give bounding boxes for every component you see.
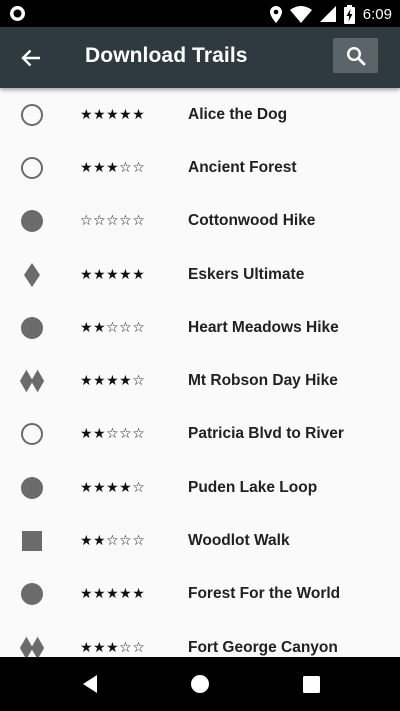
circle-filled-icon xyxy=(18,474,46,502)
signal-icon xyxy=(319,6,336,22)
location-icon xyxy=(269,5,282,23)
trail-row[interactable]: ★★★★★ Forest For the World xyxy=(0,568,400,621)
trail-name: Puden Lake Loop xyxy=(188,478,318,496)
trail-row[interactable]: ★★★★☆ Mt Robson Day Hike xyxy=(0,354,400,407)
trail-row[interactable]: ★★★☆☆ Fort George Canyon xyxy=(0,621,400,657)
system-nav-bar xyxy=(0,657,400,711)
circle-filled-icon xyxy=(18,207,46,235)
trail-row[interactable]: ★★★★☆ Puden Lake Loop xyxy=(0,461,400,514)
trail-name: Eskers Ultimate xyxy=(188,265,305,283)
rating-stars: ★★☆☆☆ xyxy=(80,426,146,443)
trail-row[interactable]: ★★☆☆☆ Patricia Blvd to River xyxy=(0,408,400,461)
double-diamond-icon xyxy=(18,634,46,657)
back-button[interactable] xyxy=(12,39,50,77)
home-circle-icon xyxy=(191,675,209,693)
nav-home-button[interactable] xyxy=(170,657,230,711)
page-title: Download Trails xyxy=(85,44,248,67)
nav-back-button[interactable] xyxy=(60,657,120,711)
rating-stars: ☆☆☆☆☆ xyxy=(80,213,146,230)
trail-row[interactable]: ★★★★★ Alice the Dog xyxy=(0,88,400,141)
trail-name: Ancient Forest xyxy=(188,158,297,176)
rating-stars: ★★★★★ xyxy=(80,586,146,603)
trail-name: Cottonwood Hike xyxy=(188,212,316,230)
search-icon xyxy=(346,46,365,65)
status-bar: 6:09 xyxy=(0,0,400,27)
circle-open-icon xyxy=(18,154,46,182)
search-button[interactable] xyxy=(333,38,378,73)
trail-row[interactable]: ★★☆☆☆ Heart Meadows Hike xyxy=(0,301,400,354)
rating-stars: ★★☆☆☆ xyxy=(80,533,146,550)
circle-filled-icon xyxy=(18,580,46,608)
circle-open-icon xyxy=(18,420,46,448)
recents-square-icon xyxy=(302,675,320,693)
trail-row[interactable]: ★★★☆☆ Ancient Forest xyxy=(0,141,400,194)
circle-filled-icon xyxy=(18,314,46,342)
rating-stars: ★★★★★ xyxy=(80,106,146,123)
notification-icon xyxy=(10,6,25,21)
trail-name: Forest For the World xyxy=(188,585,341,603)
rating-stars: ★★★★★ xyxy=(80,266,146,283)
trail-list: ★★★★★ Alice the Dog ★★★☆☆ Ancient Forest ☆☆☆… xyxy=(0,88,400,657)
rating-stars: ★★★☆☆ xyxy=(80,639,146,656)
double-diamond-icon xyxy=(18,367,46,395)
rating-stars: ★★☆☆☆ xyxy=(80,319,146,336)
trail-name: Woodlot Walk xyxy=(188,532,290,550)
battery-charging-icon xyxy=(343,4,355,24)
nav-recents-button[interactable] xyxy=(281,657,341,711)
rating-stars: ★★★★☆ xyxy=(80,373,146,390)
arrow-back-icon xyxy=(21,49,40,67)
trail-row[interactable]: ★★★★★ Eskers Ultimate xyxy=(0,248,400,301)
trail-name: Patricia Blvd to River xyxy=(188,425,344,443)
trail-name: Fort George Canyon xyxy=(188,638,338,656)
app-bar: Download Trails xyxy=(0,27,400,88)
rating-stars: ★★★☆☆ xyxy=(80,159,146,176)
rating-stars: ★★★★☆ xyxy=(80,479,146,496)
trail-row[interactable]: ☆☆☆☆☆ Cottonwood Hike xyxy=(0,195,400,248)
trail-name: Alice the Dog xyxy=(188,105,288,123)
circle-open-icon xyxy=(18,101,46,129)
diamond-icon xyxy=(18,261,46,289)
wifi-icon xyxy=(289,5,312,23)
square-icon xyxy=(18,527,46,555)
trail-row[interactable]: ★★☆☆☆ Woodlot Walk xyxy=(0,514,400,567)
trail-name: Mt Robson Day Hike xyxy=(188,372,338,390)
back-triangle-icon xyxy=(83,675,97,693)
status-time: 6:09 xyxy=(362,5,392,23)
trail-name: Heart Meadows Hike xyxy=(188,318,339,336)
